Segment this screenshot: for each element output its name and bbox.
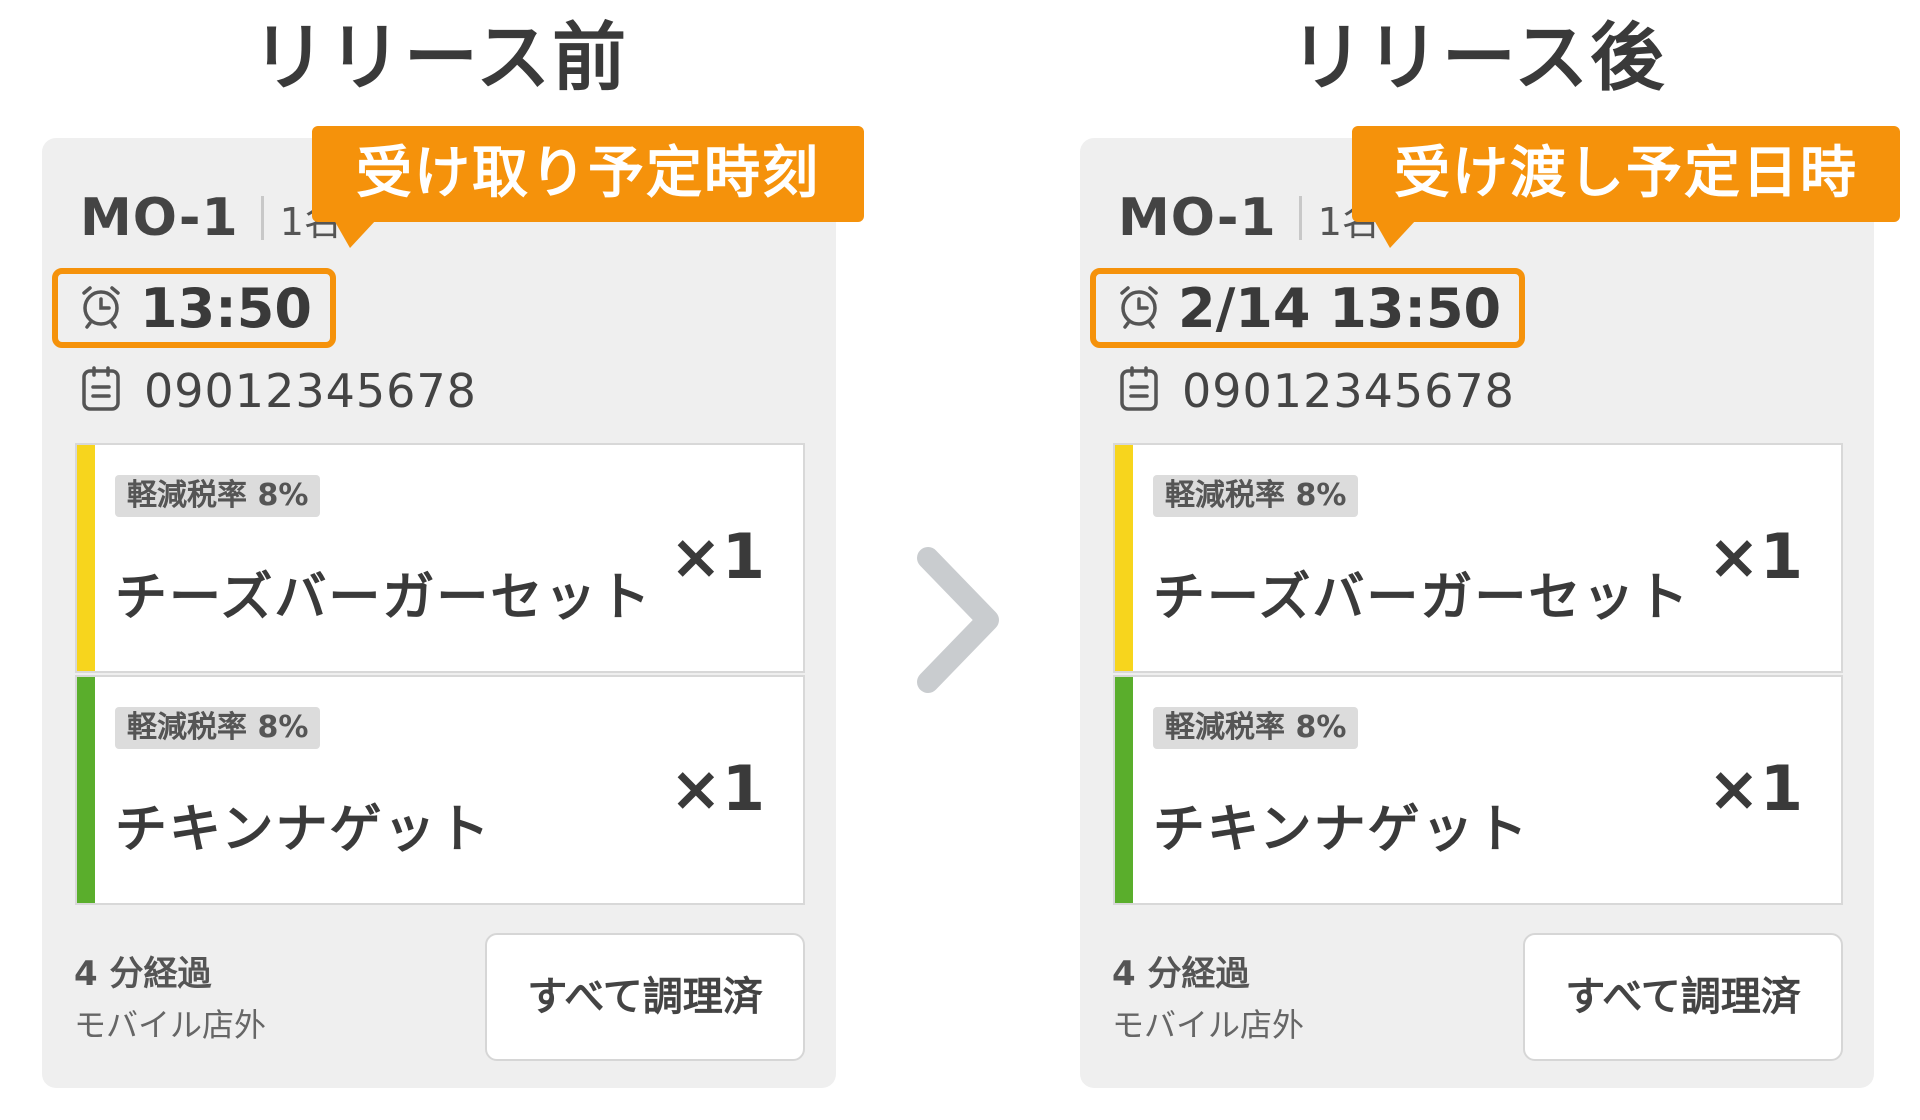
item-quantity: ×1 — [1707, 520, 1803, 593]
memo-icon — [1118, 365, 1160, 417]
list-item[interactable]: 軽減税率 8% チキンナゲット ×1 — [75, 675, 805, 905]
item-name: チーズバーガーセット — [1153, 568, 1691, 628]
tax-badge: 軽減税率 8% — [1153, 707, 1359, 749]
item-name: チキンナゲット — [1153, 800, 1530, 860]
item-list: 軽減税率 8% チーズバーガーセット ×1 軽減税率 8% チキンナゲット ×1 — [1113, 443, 1843, 909]
order-id: MO-1 — [80, 188, 239, 248]
memo-icon — [80, 365, 122, 417]
order-channel: モバイル店外 — [1112, 1006, 1305, 1044]
phone-number: 09012345678 — [1182, 364, 1515, 418]
item-name: チーズバーガーセット — [115, 568, 653, 628]
order-header: MO-1 1名 — [1118, 178, 1380, 258]
divider — [1298, 196, 1302, 240]
category-strip — [1115, 677, 1133, 903]
phone-row: 09012345678 — [1118, 356, 1515, 426]
cook-all-button[interactable]: すべて調理済 — [485, 933, 805, 1061]
item-quantity: ×1 — [1707, 752, 1803, 825]
after-heading: リリース後 — [1289, 15, 1667, 101]
list-item[interactable]: 軽減税率 8% チーズバーガーセット ×1 — [75, 443, 805, 673]
before-panel: MO-1 1名 13:50 09012345678 軽減税率 8% チーズバーガ… — [42, 126, 864, 1088]
pickup-time-highlight: 2/14 13:50 — [1090, 268, 1526, 348]
phone-row: 09012345678 — [80, 356, 477, 426]
order-channel: モバイル店外 — [74, 1006, 267, 1044]
item-list: 軽減税率 8% チーズバーガーセット ×1 軽減税率 8% チキンナゲット ×1 — [75, 443, 805, 909]
tax-badge: 軽減税率 8% — [115, 475, 321, 517]
item-name: チキンナゲット — [115, 800, 492, 860]
elapsed-time: 4 分経過 — [1112, 954, 1250, 994]
phone-number: 09012345678 — [144, 364, 477, 418]
order-id: MO-1 — [1118, 188, 1277, 248]
after-panel: MO-1 1名 2/14 13:50 09012345678 軽減税率 8% チ… — [1080, 126, 1900, 1088]
pickup-time: 2/14 13:50 — [1178, 276, 1502, 340]
before-heading: リリース前 — [251, 15, 629, 101]
callout-label: 受け渡し予定日時 — [1352, 126, 1900, 248]
category-strip — [77, 677, 95, 903]
order-header: MO-1 1名 — [80, 178, 342, 258]
tax-badge: 軽減税率 8% — [115, 707, 321, 749]
cook-all-button[interactable]: すべて調理済 — [1523, 933, 1843, 1061]
item-quantity: ×1 — [669, 752, 765, 825]
callout-label: 受け取り予定時刻 — [312, 126, 864, 248]
list-item[interactable]: 軽減税率 8% チキンナゲット ×1 — [1113, 675, 1843, 905]
order-card: MO-1 1名 13:50 09012345678 軽減税率 8% チーズバーガ… — [42, 138, 836, 1088]
elapsed-time: 4 分経過 — [74, 954, 212, 994]
alarm-clock-icon — [78, 283, 124, 333]
tax-badge: 軽減税率 8% — [1153, 475, 1359, 517]
list-item[interactable]: 軽減税率 8% チーズバーガーセット ×1 — [1113, 443, 1843, 673]
item-quantity: ×1 — [669, 520, 765, 593]
pickup-time: 13:50 — [140, 276, 312, 340]
category-strip — [1115, 445, 1133, 671]
pickup-time-highlight: 13:50 — [52, 268, 336, 348]
category-strip — [77, 445, 95, 671]
alarm-clock-icon — [1116, 283, 1162, 333]
chevron-right-icon — [900, 540, 1020, 700]
order-card: MO-1 1名 2/14 13:50 09012345678 軽減税率 8% チ… — [1080, 138, 1874, 1088]
divider — [260, 196, 264, 240]
